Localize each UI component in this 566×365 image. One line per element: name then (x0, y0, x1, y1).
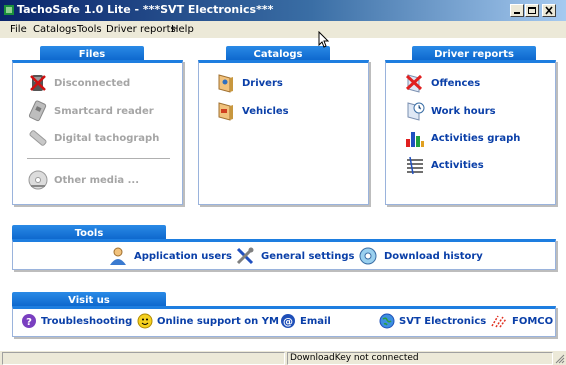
driver-reports-panel: Offences Work hours Activities graph Act… (385, 60, 556, 205)
application-users-icon (110, 247, 126, 265)
vehicles-label: Vehicles (242, 105, 289, 117)
close-icon (545, 6, 553, 15)
email-label: Email (300, 315, 331, 327)
visit-us-panel: ? Troubleshooting Online support on YM @… (12, 306, 556, 337)
email-link[interactable]: @ Email (280, 313, 331, 329)
offences-label: Offences (431, 77, 481, 89)
svg-text:?: ? (26, 317, 32, 328)
globe-icon (379, 313, 395, 329)
troubleshooting-label: Troubleshooting (41, 315, 133, 327)
menu-bar: File Catalogs Tools Driver reports Help (0, 21, 566, 38)
application-users-label: Application users (134, 250, 233, 262)
maximize-button[interactable] (525, 4, 539, 17)
download-history-label: Download history (384, 250, 483, 262)
email-icon: @ (281, 314, 295, 328)
tools-panel: Application users General settings Downl… (12, 239, 556, 270)
application-users-item[interactable]: Application users (107, 245, 232, 267)
activities-label: Activities (431, 159, 484, 171)
catalogs-panel: Drivers Vehicles (198, 60, 369, 205)
window-title: TachoSafe 1.0 Lite - ***SVT Electronics*… (17, 3, 274, 16)
download-history-item[interactable]: Download history (357, 245, 483, 267)
disconnected-label: Disconnected (54, 77, 131, 89)
digital-tachograph-icon (29, 130, 47, 146)
activities-item[interactable]: Activities (404, 154, 484, 176)
activities-graph-item[interactable]: Activities graph (404, 127, 520, 149)
menu-tools[interactable]: Tools (77, 24, 102, 35)
status-bar: DownloadKey not connected (0, 350, 566, 365)
download-history-icon (359, 247, 377, 265)
minimize-button[interactable] (510, 4, 524, 17)
digital-tachograph-item[interactable]: Digital tachograph (27, 127, 159, 149)
menu-help[interactable]: Help (171, 24, 194, 35)
drivers-label: Drivers (242, 77, 283, 89)
files-panel: Disconnected Smartcard reader Digital ta… (12, 60, 183, 205)
activities-graph-label: Activities graph (431, 132, 521, 144)
work-hours-item[interactable]: Work hours (404, 100, 496, 122)
offences-icon (405, 74, 423, 93)
fomco-link[interactable]: FOMCO (490, 313, 553, 329)
work-hours-icon (407, 102, 425, 121)
close-button[interactable] (542, 4, 556, 17)
vehicles-item[interactable]: Vehicles (215, 100, 289, 122)
disconnected-icon (30, 75, 46, 91)
status-cell-empty (2, 352, 285, 365)
fomco-icon (491, 315, 507, 328)
drivers-item[interactable]: Drivers (215, 72, 283, 94)
drivers-icon (218, 74, 233, 93)
title-bar: TachoSafe 1.0 Lite - ***SVT Electronics*… (0, 0, 566, 21)
download-key-status: DownloadKey not connected (287, 352, 553, 365)
smartcard-reader-label: Smartcard reader (54, 105, 154, 117)
general-settings-label: General settings (261, 250, 355, 262)
online-support-link[interactable]: Online support on YM (137, 313, 279, 329)
general-settings-icon (236, 247, 254, 265)
svg-text:@: @ (283, 317, 293, 328)
other-media-label: Other media ... (54, 174, 140, 186)
menu-catalogs[interactable]: Catalogs (33, 24, 77, 35)
menu-driver-reports[interactable]: Driver reports (106, 24, 176, 35)
fomco-label: FOMCO (512, 315, 554, 327)
mouse-cursor-icon (318, 31, 330, 48)
digital-tachograph-label: Digital tachograph (54, 132, 160, 144)
main-area: Files Disconnected Smartcard reader Digi… (0, 38, 566, 350)
disconnected-item[interactable]: Disconnected (27, 72, 130, 94)
smartcard-reader-item[interactable]: Smartcard reader (27, 100, 154, 122)
work-hours-label: Work hours (431, 105, 496, 117)
troubleshooting-link[interactable]: ? Troubleshooting (21, 313, 132, 329)
vehicles-icon (218, 102, 233, 121)
offences-item[interactable]: Offences (404, 72, 480, 94)
menu-file[interactable]: File (10, 24, 27, 35)
svt-electronics-link[interactable]: SVT Electronics (379, 313, 486, 329)
other-media-icon (28, 170, 48, 190)
general-settings-item[interactable]: General settings (234, 245, 354, 267)
resize-grip-icon[interactable] (554, 353, 565, 364)
help-icon: ? (22, 314, 36, 328)
activities-icon (407, 156, 423, 175)
smartcard-reader-icon (28, 100, 47, 122)
online-support-label: Online support on YM (157, 315, 279, 327)
yahoo-messenger-icon (137, 313, 153, 329)
activities-graph-icon (406, 132, 424, 147)
maximize-icon (528, 7, 536, 14)
minimize-icon (514, 12, 520, 14)
other-media-item[interactable]: Other media ... (27, 169, 139, 191)
app-icon (4, 5, 14, 15)
svt-electronics-label: SVT Electronics (399, 315, 487, 327)
files-separator (27, 158, 170, 159)
